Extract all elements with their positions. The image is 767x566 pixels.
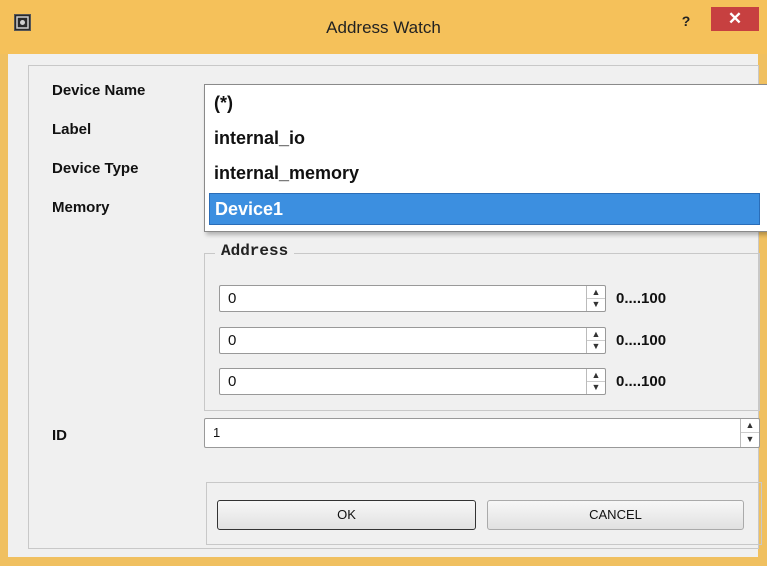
address-field-1-spinner[interactable]: ▲ ▼ bbox=[586, 286, 605, 311]
spin-down-icon[interactable]: ▼ bbox=[587, 340, 605, 352]
ok-button[interactable]: OK bbox=[217, 500, 476, 530]
help-button[interactable]: ? bbox=[675, 12, 697, 32]
window-title: Address Watch bbox=[326, 18, 441, 37]
device-type-label: Device Type bbox=[52, 160, 139, 177]
memory-label: Memory bbox=[52, 199, 110, 216]
id-field-value: 1 bbox=[213, 425, 221, 440]
address-field-3-value: 0 bbox=[228, 373, 237, 390]
dropdown-option[interactable]: internal_io bbox=[209, 123, 760, 155]
address-field-3-range: 0....100 bbox=[616, 373, 667, 390]
address-field-1-range: 0....100 bbox=[616, 290, 667, 307]
address-field-2-value: 0 bbox=[228, 332, 237, 349]
address-group: Address 0 ▲ ▼ 0....100 0 ▲ ▼ 0....100 0 … bbox=[204, 242, 760, 411]
spin-down-icon[interactable]: ▼ bbox=[741, 433, 759, 445]
id-label: ID bbox=[52, 427, 67, 444]
form-frame: Device Name Label Device Type Memory Add… bbox=[28, 65, 767, 549]
address-field-2-range: 0....100 bbox=[616, 332, 667, 349]
spin-down-icon[interactable]: ▼ bbox=[587, 298, 605, 310]
address-field-1-value: 0 bbox=[228, 290, 237, 307]
dropdown-option[interactable]: internal_memory bbox=[209, 158, 760, 190]
spin-up-icon[interactable]: ▲ bbox=[741, 419, 759, 433]
address-field-2[interactable]: 0 ▲ ▼ bbox=[219, 327, 606, 354]
cancel-button[interactable]: CANCEL bbox=[487, 500, 744, 530]
id-field-spinner[interactable]: ▲ ▼ bbox=[740, 419, 759, 447]
device-name-label: Device Name bbox=[52, 82, 146, 99]
id-field[interactable]: 1 ▲ ▼ bbox=[204, 418, 760, 448]
address-field-3[interactable]: 0 ▲ ▼ bbox=[219, 368, 606, 395]
address-field-1[interactable]: 0 ▲ ▼ bbox=[219, 285, 606, 312]
address-watch-window: Address Watch ? ✕ Device Name Label Devi… bbox=[0, 0, 767, 566]
label-label: Label bbox=[52, 121, 92, 138]
address-field-2-spinner[interactable]: ▲ ▼ bbox=[586, 328, 605, 353]
address-group-title: Address bbox=[215, 242, 295, 260]
dialog-body: Device Name Label Device Type Memory Add… bbox=[8, 54, 767, 557]
title-bar: Address Watch ? ✕ bbox=[0, 0, 767, 54]
close-button[interactable]: ✕ bbox=[711, 7, 759, 31]
spin-down-icon[interactable]: ▼ bbox=[587, 381, 605, 393]
button-bar: OK CANCEL bbox=[206, 482, 762, 545]
device-name-dropdown-list[interactable]: (*) internal_io internal_memory Device1 bbox=[204, 84, 767, 232]
dropdown-option[interactable]: (*) bbox=[209, 88, 760, 120]
dropdown-option-selected[interactable]: Device1 bbox=[209, 193, 760, 225]
address-field-3-spinner[interactable]: ▲ ▼ bbox=[586, 369, 605, 394]
